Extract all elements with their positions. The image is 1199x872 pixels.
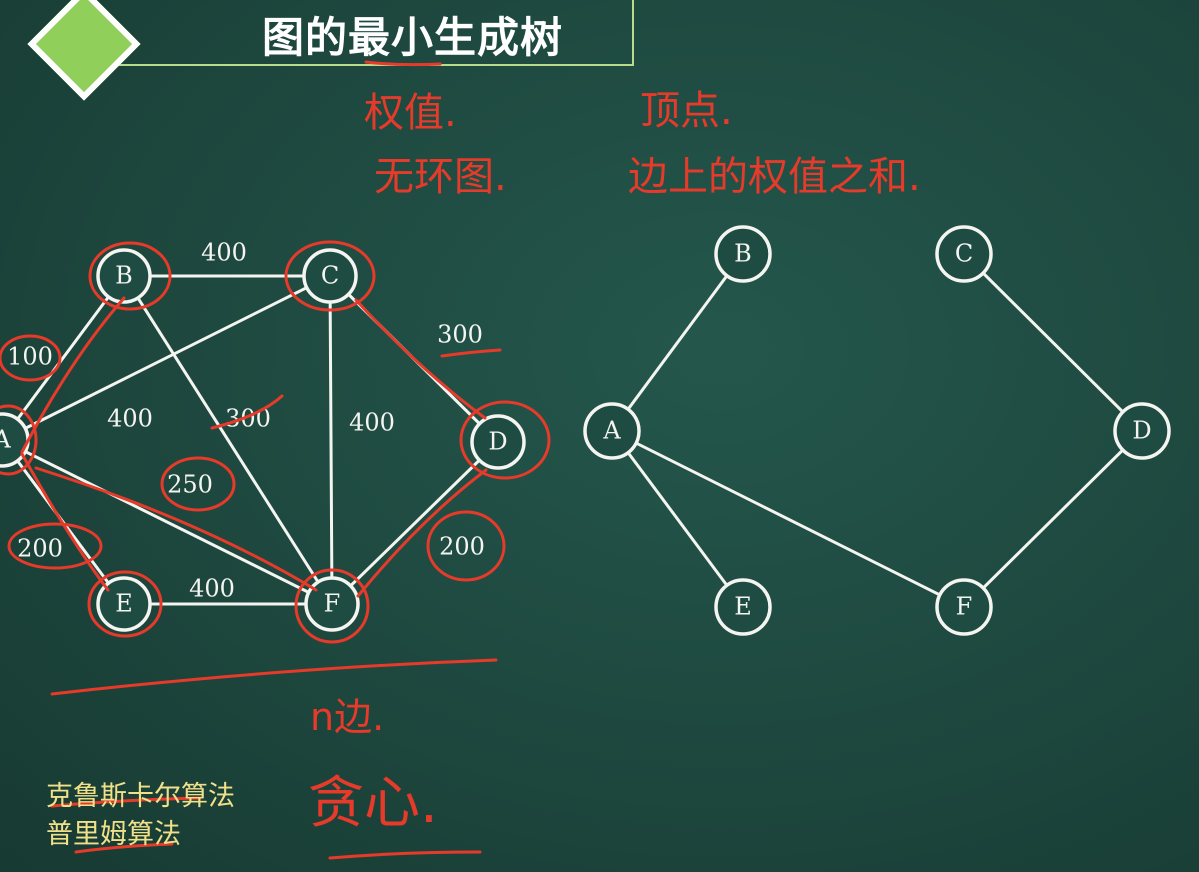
graph-node-label-d: D	[488, 428, 507, 456]
tree-node-a: A	[583, 402, 641, 460]
ink-note-n-edges: n边.	[310, 695, 384, 739]
spanning-tree: A B C D E F	[583, 225, 1171, 636]
ink-underline-title	[364, 60, 442, 67]
graph-edge-bf	[122, 275, 334, 605]
ink-underline-greedy	[328, 850, 482, 860]
graph-node-f: F	[304, 576, 360, 632]
tree-edge-af	[611, 429, 965, 609]
tree-edge-df	[962, 429, 1144, 609]
algorithm-prim: 普里姆算法	[46, 819, 181, 850]
graph-node-label-a: A	[0, 426, 11, 454]
ink-note-weight: 权值.	[364, 90, 457, 136]
graph-node-b: B	[96, 248, 152, 304]
ink-note-vertex: 顶点.	[640, 88, 733, 134]
graph-node-label-b: B	[115, 262, 133, 290]
graph-node-label-e: E	[115, 590, 133, 618]
graph-edge-cf	[328, 275, 334, 605]
algorithm-kruskal: 克鲁斯卡尔算法	[46, 781, 235, 812]
tree-node-f: F	[935, 578, 993, 636]
ink-note-edge-sum: 边上的权值之和.	[628, 154, 921, 200]
graph-node-label-f: F	[324, 590, 341, 618]
tree-node-label-e: E	[734, 593, 752, 621]
tree-node-label-b: B	[734, 240, 752, 268]
edge-weight-df: 200	[439, 533, 485, 561]
tree-node-label-f: F	[956, 593, 973, 621]
diagram-canvas: 100400300400 300 400250200 200400 AB CDE F AB…	[0, 60, 1171, 860]
tree-edge-ae	[610, 430, 745, 608]
ink-note-no-cycle: 无环图.	[374, 154, 507, 200]
tree-node-label-c: C	[955, 240, 973, 268]
edge-weight-ef: 400	[189, 575, 235, 603]
ink-trace-cd	[354, 298, 487, 420]
weighted-graph: 100400300400 300 400250200 200400 AB CDE F	[0, 239, 526, 632]
tree-node-d: D	[1113, 402, 1171, 460]
graph-edge-af	[1, 438, 333, 606]
ink-trace-ae	[20, 452, 110, 592]
edge-weight-ab: 100	[7, 343, 53, 371]
edge-weight-bc: 400	[201, 239, 247, 267]
tree-node-c: C	[935, 225, 993, 283]
ink-underline-300	[440, 348, 502, 358]
edge-weight-cd: 300	[437, 321, 483, 349]
tree-node-b: B	[714, 225, 772, 283]
ink-note-greedy: 贪心.	[308, 771, 438, 836]
edge-weight-ac: 400	[107, 405, 153, 433]
red-annotations: 权值. 无环图. 顶点. 边上的权值之和. n边. 贪心.	[0, 60, 921, 860]
tree-node-label-d: D	[1132, 417, 1151, 445]
graph-node-c: C	[302, 248, 358, 304]
graph-node-label-c: C	[321, 262, 339, 290]
tree-node-label-a: A	[602, 417, 621, 445]
tree-edge-cd	[962, 252, 1144, 433]
graph-node-d: D	[470, 414, 526, 470]
edge-weight-cf: 400	[349, 409, 395, 437]
tree-edge-ab	[610, 253, 745, 432]
tree-node-e: E	[714, 578, 772, 636]
edge-weight-ae: 200	[17, 535, 63, 563]
ink-divider	[50, 658, 498, 696]
edge-weight-af: 250	[167, 471, 213, 499]
